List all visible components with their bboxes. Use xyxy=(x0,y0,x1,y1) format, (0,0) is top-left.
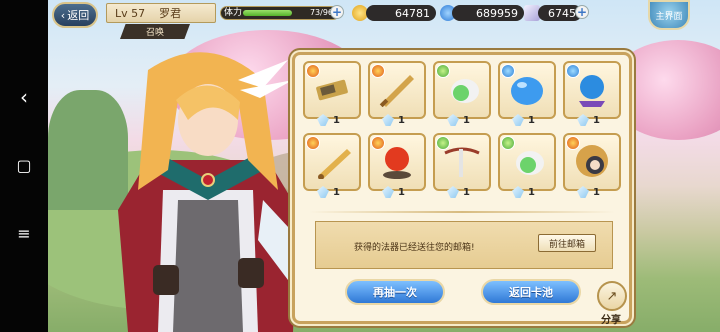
player-name: 罗君 xyxy=(159,7,182,20)
blue-orb-item xyxy=(579,75,605,107)
crystal-amount: 6745 xyxy=(548,6,576,20)
reward-count-value: 1 xyxy=(593,114,600,126)
reward-count-value: 1 xyxy=(463,186,470,198)
add-crystal-button[interactable]: + xyxy=(575,5,589,19)
reward-count: 1 xyxy=(447,114,470,126)
reward-count-value: 1 xyxy=(398,114,405,126)
reward-count: 1 xyxy=(382,114,405,126)
diamond-amount: 689959 xyxy=(476,6,518,20)
reward-count-value: 1 xyxy=(398,186,405,198)
reward-slot[interactable]: 1 xyxy=(563,133,621,198)
crystal-icon xyxy=(382,186,394,198)
reward-count-value: 1 xyxy=(528,114,535,126)
reward-slot[interactable]: 1 xyxy=(563,61,621,126)
reward-count-value: 1 xyxy=(463,114,470,126)
crystal-icon xyxy=(447,114,459,126)
nav-menu-icon[interactable]: ≡ xyxy=(9,218,39,248)
back-button-label: 返回 xyxy=(67,9,90,22)
diamond-counter: 689959 xyxy=(452,5,524,21)
green-spirit-item-2 xyxy=(516,151,544,175)
reward-count: 1 xyxy=(382,186,405,198)
panel-divider xyxy=(309,211,615,213)
crystal-icon xyxy=(317,186,329,198)
crystal-icon xyxy=(577,114,589,126)
reward-slot[interactable]: 1 xyxy=(303,61,361,126)
summon-result-panel: 1 1 1 1 1 1 1 1 1 1 获得的法器已经送往您的邮箱! 前往邮箱 再抽一次 返回卡池… xyxy=(292,52,632,326)
reward-slot[interactable]: 1 xyxy=(303,133,361,198)
crystal-icon xyxy=(512,186,524,198)
gold-amount: 64781 xyxy=(395,6,430,20)
bronze-sword-item xyxy=(379,75,414,107)
stamina-fill xyxy=(243,10,292,16)
reward-count: 1 xyxy=(577,186,600,198)
character-portrait-item xyxy=(576,145,608,177)
gold-bar-item xyxy=(316,79,348,101)
notice-text: 获得的法器已经送往您的邮箱! xyxy=(354,243,475,253)
reward-count-value: 1 xyxy=(528,186,535,198)
player-level: Lv 57 xyxy=(115,6,146,20)
crossbow-item xyxy=(444,147,480,177)
draw-again-button[interactable]: 再抽一次 xyxy=(345,279,445,305)
player-info: Lv 57 罗君 xyxy=(106,3,216,23)
reward-slot[interactable]: 1 xyxy=(433,61,491,126)
add-stamina-button[interactable]: + xyxy=(330,5,344,19)
green-spirit-item xyxy=(451,79,479,103)
reward-count: 1 xyxy=(317,114,340,126)
back-button[interactable]: ‹ 返回 xyxy=(52,2,98,28)
go-to-mailbox-button[interactable]: 前往邮箱 xyxy=(538,234,596,252)
red-orb-item xyxy=(383,147,411,179)
mail-notice: 获得的法器已经送往您的邮箱! 前往邮箱 xyxy=(315,221,613,269)
top-status-bar: ‹ 返回 Lv 57 罗君 召唤 体力 73/96 + 64781 689959… xyxy=(48,0,720,39)
system-nav-bar: ‹ ▢ ≡ xyxy=(0,0,48,332)
reward-count: 1 xyxy=(317,186,340,198)
crystal-icon xyxy=(577,186,589,198)
stamina-label: 体力 xyxy=(224,8,243,18)
reward-count: 1 xyxy=(447,186,470,198)
golden-sword-item xyxy=(318,149,351,179)
reward-grid: 1 1 1 1 1 1 1 1 1 1 xyxy=(303,61,621,207)
crystal-icon xyxy=(382,114,394,126)
blue-flask-item xyxy=(511,77,543,105)
crystal-icon xyxy=(512,114,524,126)
game-scene: ‹ 返回 Lv 57 罗君 召唤 体力 73/96 + 64781 689959… xyxy=(48,0,720,332)
reward-slot[interactable]: 1 xyxy=(368,61,426,126)
share-button[interactable]: ↗ 分享 xyxy=(595,281,631,326)
crystal-icon xyxy=(447,186,459,198)
main-menu-button[interactable]: 主界面 xyxy=(648,0,690,30)
gold-counter: 64781 xyxy=(366,5,436,21)
reward-slot[interactable]: 1 xyxy=(498,133,556,198)
summon-tab-label: 召唤 xyxy=(120,24,190,39)
reward-count: 1 xyxy=(512,114,535,126)
back-to-pool-button[interactable]: 返回卡池 xyxy=(481,279,581,305)
reward-count-value: 1 xyxy=(593,186,600,198)
reward-count-value: 1 xyxy=(333,186,340,198)
reward-slot[interactable]: 1 xyxy=(368,133,426,198)
nav-home-icon[interactable]: ▢ xyxy=(9,150,39,180)
back-arrow-icon: ‹ xyxy=(60,8,66,22)
share-icon: ↗ xyxy=(597,281,627,311)
crystal-icon xyxy=(317,114,329,126)
reward-slot[interactable]: 1 xyxy=(498,61,556,126)
nav-back-icon[interactable]: ‹ xyxy=(9,82,39,112)
reward-count-value: 1 xyxy=(333,114,340,126)
reward-count: 1 xyxy=(512,186,535,198)
stamina-bar: 体力 73/96 xyxy=(220,6,340,20)
share-label: 分享 xyxy=(601,315,621,326)
reward-slot[interactable]: 1 xyxy=(433,133,491,198)
reward-count: 1 xyxy=(577,114,600,126)
